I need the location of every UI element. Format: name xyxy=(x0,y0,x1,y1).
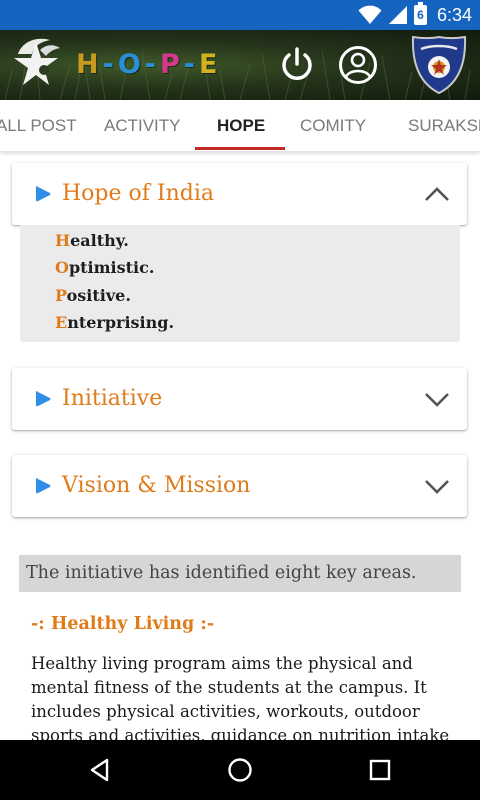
battery-icon: 6 xyxy=(413,2,427,25)
hope-acronym-panel: Healthy. Optimistic. Positive. Enterpris… xyxy=(20,225,460,342)
accordion-title: Initiative xyxy=(62,386,163,411)
section-heading: -: Healthy Living :- xyxy=(31,614,215,634)
acronym-line: Healthy. xyxy=(55,231,129,250)
acronym-line: Optimistic. xyxy=(55,258,154,277)
title-dash: - xyxy=(102,48,114,80)
acronym-initial: O xyxy=(55,258,69,277)
chevron-up-icon xyxy=(425,187,449,201)
tab-suraksha[interactable]: SURAKSHA xyxy=(408,100,480,151)
power-icon[interactable] xyxy=(278,46,316,84)
profile-icon[interactable] xyxy=(338,45,378,85)
acronym-rest: ealthy. xyxy=(70,231,129,250)
title-letter-p: P xyxy=(160,48,180,80)
acronym-line: Positive. xyxy=(55,286,131,305)
tab-bar: ALL POST ACTIVITY HOPE COMITY SURAKSHA xyxy=(0,100,480,152)
acronym-initial: E xyxy=(55,313,68,332)
back-icon[interactable] xyxy=(85,755,115,785)
chevron-down-icon xyxy=(425,480,449,494)
app-title: H - O - P - E xyxy=(76,46,217,82)
play-icon xyxy=(36,391,51,407)
play-icon xyxy=(36,186,51,202)
body-paragraph: Healthy living program aims the physical… xyxy=(31,654,450,745)
status-time: 6:34 xyxy=(436,4,472,25)
title-letter-e: E xyxy=(199,48,218,80)
play-icon xyxy=(36,478,51,494)
cell-signal-icon xyxy=(388,6,407,24)
wifi-icon xyxy=(358,5,382,24)
status-icons: 6 6:34 xyxy=(358,2,472,26)
acronym-rest: nterprising. xyxy=(67,313,175,332)
tab-comity[interactable]: COMITY xyxy=(300,100,366,151)
chevron-down-icon xyxy=(425,393,449,407)
title-letter-o: O xyxy=(117,48,141,80)
active-tab-indicator xyxy=(195,147,285,150)
acronym-initial: H xyxy=(55,231,71,250)
accordion-title: Vision & Mission xyxy=(62,473,251,498)
header-background xyxy=(4,49,471,100)
title-dash: - xyxy=(144,48,156,80)
home-icon[interactable] xyxy=(225,755,255,785)
tab-all-post[interactable]: ALL POST xyxy=(0,100,77,151)
tab-activity[interactable]: ACTIVITY xyxy=(104,100,181,151)
app-header: H - O - P - E xyxy=(0,30,480,100)
battery-level: 6 xyxy=(417,8,424,22)
police-badge-icon xyxy=(411,35,467,95)
title-letter-h: H xyxy=(76,48,99,80)
recents-icon[interactable] xyxy=(365,755,395,785)
title-dash: - xyxy=(183,48,196,80)
acronym-rest: ositive. xyxy=(66,286,131,305)
accordion-title: Hope of India xyxy=(62,181,215,206)
acronym-rest: ptimistic. xyxy=(68,258,155,277)
acronym-line: Enterprising. xyxy=(55,313,174,332)
status-bar: 6 6:34 xyxy=(0,0,480,30)
navigation-bar xyxy=(0,740,480,800)
accordion-vision-mission[interactable]: Vision & Mission xyxy=(12,455,467,517)
acronym-initial: P xyxy=(55,286,67,305)
intro-text: The initiative has identified eight key … xyxy=(19,555,461,592)
accordion-hope-of-india[interactable]: Hope of India xyxy=(12,163,467,225)
accordion-initiative[interactable]: Initiative xyxy=(12,368,467,430)
tab-hope[interactable]: HOPE xyxy=(217,100,265,151)
hope-logo-icon xyxy=(14,38,60,85)
